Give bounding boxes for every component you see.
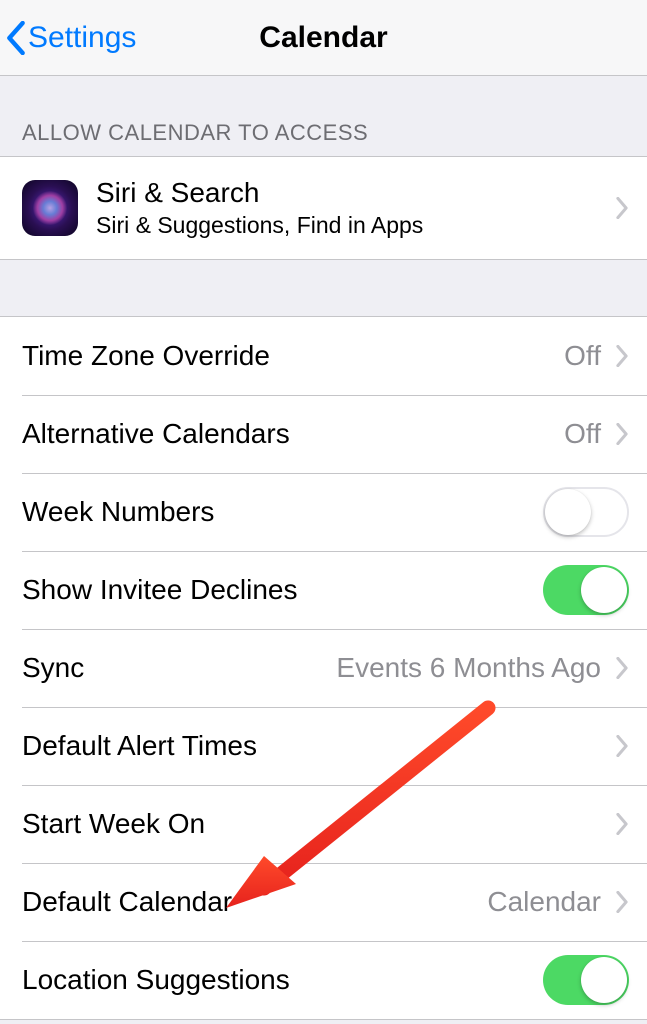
sync-cell[interactable]: Sync Events 6 Months Ago [0, 629, 647, 707]
show-invitee-declines-cell: Show Invitee Declines [0, 551, 647, 629]
location-suggestions-toggle[interactable] [543, 955, 629, 1005]
location-suggestions-cell: Location Suggestions [0, 941, 647, 1019]
default-calendar-value: Calendar [487, 886, 601, 918]
default-calendar-cell[interactable]: Default Calendar Calendar [0, 863, 647, 941]
siri-subtitle: Siri & Suggestions, Find in Apps [96, 211, 601, 240]
chevron-right-icon [615, 345, 629, 367]
alternative-calendars-value: Off [564, 418, 601, 450]
week-numbers-toggle[interactable] [543, 487, 629, 537]
back-label: Settings [28, 21, 136, 55]
chevron-right-icon [615, 813, 629, 835]
nav-bar: Settings Calendar [0, 0, 647, 76]
chevron-right-icon [615, 891, 629, 913]
default-alert-times-cell[interactable]: Default Alert Times [0, 707, 647, 785]
show-invitee-declines-label: Show Invitee Declines [22, 574, 297, 605]
chevron-right-icon [615, 735, 629, 757]
sync-label: Sync [22, 652, 84, 683]
alternative-calendars-cell[interactable]: Alternative Calendars Off [0, 395, 647, 473]
chevron-right-icon [615, 423, 629, 445]
calendar-settings-group: Time Zone Override Off Alternative Calen… [0, 316, 647, 1020]
siri-search-cell[interactable]: Siri & Search Siri & Suggestions, Find i… [0, 157, 647, 259]
siri-cell-body: Siri & Search Siri & Suggestions, Find i… [96, 176, 601, 240]
time-zone-override-cell[interactable]: Time Zone Override Off [0, 317, 647, 395]
default-alert-times-label: Default Alert Times [22, 730, 257, 761]
time-zone-override-label: Time Zone Override [22, 340, 270, 371]
week-numbers-cell: Week Numbers [0, 473, 647, 551]
default-calendar-label: Default Calendar [22, 886, 232, 917]
alternative-calendars-label: Alternative Calendars [22, 418, 290, 449]
chevron-right-icon [615, 197, 629, 219]
location-suggestions-label: Location Suggestions [22, 964, 290, 995]
sync-value: Events 6 Months Ago [336, 652, 601, 684]
section-header-allow-access: ALLOW CALENDAR TO ACCESS [0, 76, 647, 156]
access-group: Siri & Search Siri & Suggestions, Find i… [0, 156, 647, 260]
section-spacer [0, 260, 647, 316]
time-zone-override-value: Off [564, 340, 601, 372]
start-week-on-label: Start Week On [22, 808, 205, 839]
siri-icon [22, 180, 78, 236]
chevron-left-icon [6, 21, 26, 55]
start-week-on-cell[interactable]: Start Week On [0, 785, 647, 863]
back-button[interactable]: Settings [6, 21, 136, 55]
week-numbers-label: Week Numbers [22, 496, 214, 527]
siri-title: Siri & Search [96, 176, 601, 210]
chevron-right-icon [615, 657, 629, 679]
show-invitee-declines-toggle[interactable] [543, 565, 629, 615]
